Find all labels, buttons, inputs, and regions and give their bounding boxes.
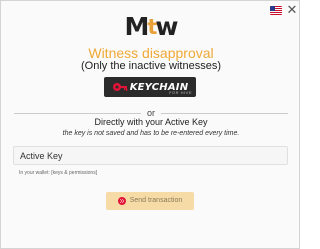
active-key-input[interactable] [13, 146, 288, 165]
page-subtitle: (Only the inactive witnesses) [81, 60, 221, 72]
active-key-heading: Directly with your Active Key [94, 117, 208, 127]
logo: M t w [124, 12, 178, 41]
divider-right [161, 113, 288, 114]
send-transaction-button[interactable]: Send transaction [106, 192, 194, 210]
hive-icon [117, 197, 126, 205]
us-flag-icon[interactable] [270, 6, 282, 15]
keychain-button[interactable]: KEYCHAIN FOR HIVE [104, 77, 196, 97]
logo-letter-m: M [124, 12, 149, 41]
page-title: Witness disapproval [88, 45, 214, 61]
keychain-sublabel: FOR HIVE [169, 90, 192, 95]
close-icon[interactable]: ✕ [286, 3, 298, 17]
send-transaction-label: Send transaction [129, 197, 183, 204]
key-icon [112, 83, 127, 91]
wallet-hint: In your wallet: [keys & permissions] [19, 170, 98, 176]
active-key-note: the key is not saved and has to be re-en… [62, 130, 240, 137]
logo-letter-w: w [155, 12, 178, 41]
dialog-window: ✕ M t w Witness disapproval (Only the in… [0, 0, 300, 249]
